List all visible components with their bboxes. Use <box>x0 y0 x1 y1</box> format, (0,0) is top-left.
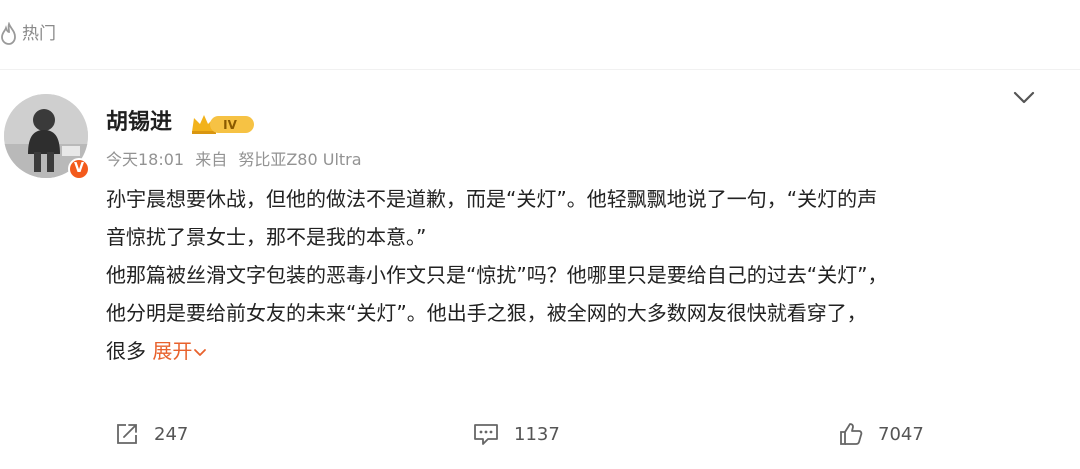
post-line-prefix: 很多 <box>106 339 146 363</box>
hot-section-label: 热门 <box>22 24 56 44</box>
post-line-last: 很多 展开 <box>106 332 1036 370</box>
post-timestamp: 今天18:01 <box>106 150 185 169</box>
post-line: 音惊扰了景女士，那不是我的本意。” <box>106 225 427 249</box>
level-badge-text: IV <box>223 118 237 132</box>
comment-count: 1137 <box>514 423 560 445</box>
post-source: 努比亚Z80 Ultra <box>238 150 362 169</box>
source-prefix: 来自 <box>195 150 228 169</box>
like-count: 7047 <box>878 423 924 445</box>
action-bar: 247 1137 7047 <box>0 410 1080 460</box>
post-body: 孙宇晨想要休战，但他的做法不是道歉，而是“关灯”。他轻飘飘地说了一句，“关灯的声… <box>106 180 1036 370</box>
expand-link[interactable]: 展开 <box>152 339 207 363</box>
crown-level-badge-icon[interactable]: IV <box>190 112 258 136</box>
chevron-down-icon <box>194 348 207 356</box>
repost-button[interactable]: 247 <box>114 420 188 448</box>
expand-label: 展开 <box>152 339 193 363</box>
like-button[interactable]: 7047 <box>838 420 924 448</box>
post-line: 他分明是要给前女友的未来“关灯”。他出手之狠，被全网的大多数网友很快就看穿了， <box>106 301 867 325</box>
flame-icon <box>1 22 16 45</box>
comment-button[interactable]: 1137 <box>472 420 560 448</box>
comment-icon <box>474 424 498 445</box>
thumbs-up-icon <box>840 423 863 445</box>
verified-badge: V <box>68 158 90 180</box>
author-name[interactable]: 胡锡进 <box>106 108 172 138</box>
post-meta: 今天18:01 来自 努比亚Z80 Ultra <box>106 148 368 172</box>
post-line: 他那篇被丝滑文字包装的恶毒小作文只是“惊扰”吗？他哪里只是要给自己的过去“关灯”… <box>106 263 888 287</box>
repost-icon <box>117 424 137 444</box>
divider <box>0 69 1080 70</box>
chevron-down-icon[interactable] <box>1010 86 1038 110</box>
top-bar: 热门 <box>0 0 1080 70</box>
post-line: 孙宇晨想要休战，但他的做法不是道歉，而是“关灯”。他轻飘飘地说了一句，“关灯的声 <box>106 187 878 211</box>
repost-count: 247 <box>154 423 189 445</box>
